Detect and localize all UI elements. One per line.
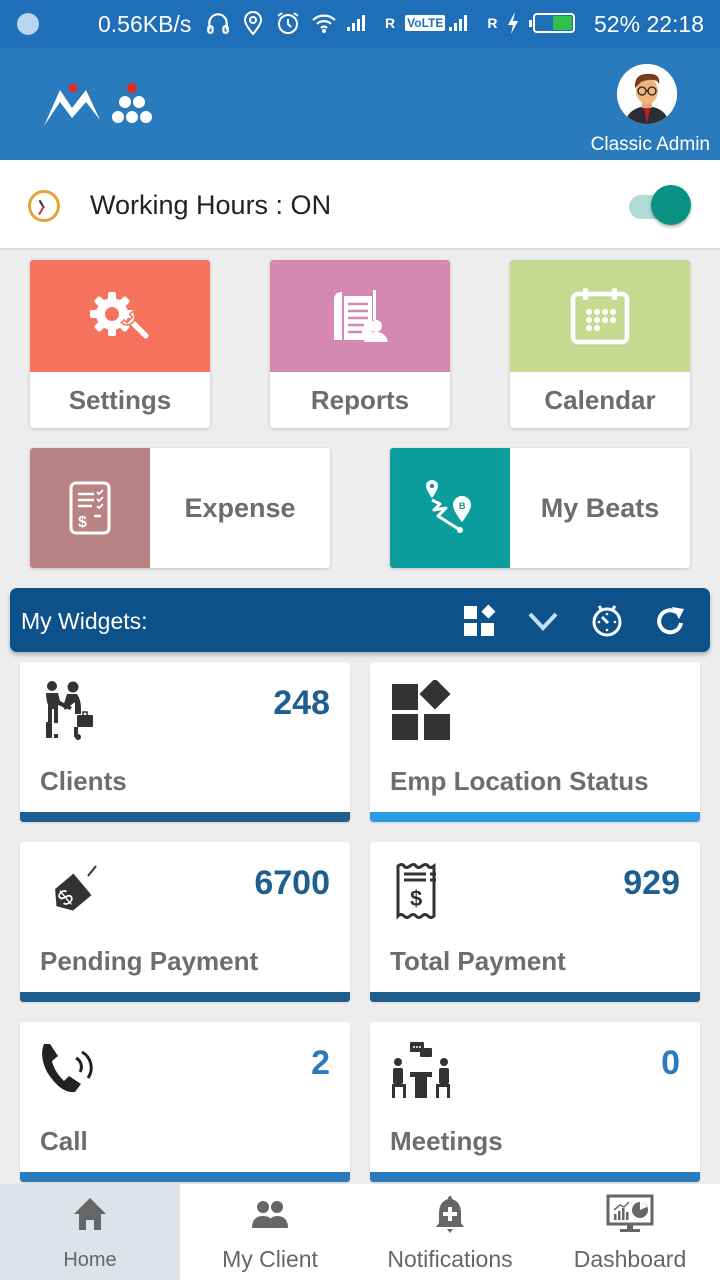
emp-location-label: Emp Location Status bbox=[390, 766, 649, 796]
user-name: Classic Admin bbox=[590, 134, 710, 155]
status-bar: 0.56KB/s R VoLTE R 52% 22:18 bbox=[0, 0, 720, 48]
meetings-count: 0 bbox=[661, 1044, 680, 1082]
user-avatar-image bbox=[617, 64, 677, 124]
clock-icon bbox=[28, 190, 60, 222]
my-beats-tile-label: My Beats bbox=[540, 492, 660, 523]
calendar-tile[interactable]: Calendar bbox=[510, 260, 690, 428]
nav-dashboard[interactable]: Dashboard bbox=[540, 1184, 720, 1280]
timer-icon[interactable] bbox=[590, 604, 624, 638]
working-hours-toggle[interactable] bbox=[627, 185, 693, 227]
chevron-down-icon[interactable] bbox=[526, 604, 560, 638]
dashboard-monitor-icon bbox=[606, 1194, 654, 1232]
widget-total-payment[interactable]: $ 929 Total Payment bbox=[370, 842, 700, 1002]
nav-my-client[interactable]: My Client bbox=[180, 1184, 360, 1280]
blocks-icon bbox=[392, 680, 451, 740]
my-beats-tile[interactable]: B My Beats bbox=[390, 448, 690, 568]
people-icon bbox=[252, 1201, 288, 1228]
working-hours-label: Working Hours : ON bbox=[90, 190, 332, 220]
user-avatar[interactable] bbox=[617, 64, 677, 124]
roaming-indicator: R bbox=[385, 15, 396, 31]
widget-pending-payment[interactable]: $ 6700 Pending Payment bbox=[20, 842, 350, 1002]
headset-icon bbox=[207, 13, 229, 34]
bottom-navigation: Home My Client Notifications Dashboard bbox=[0, 1184, 720, 1280]
price-tag-icon: $ bbox=[53, 865, 97, 911]
call-label: Call bbox=[40, 1126, 88, 1156]
widget-accent-bar bbox=[370, 992, 700, 1002]
meeting-icon bbox=[392, 1042, 450, 1098]
widget-meetings[interactable]: 0 Meetings bbox=[370, 1022, 700, 1182]
battery-percent: 52% bbox=[594, 11, 641, 37]
nav-my-client-label: My Client bbox=[222, 1246, 318, 1272]
widget-accent-bar bbox=[20, 1172, 350, 1182]
widget-call[interactable]: 2 Call bbox=[20, 1022, 350, 1182]
app-header: Classic Admin bbox=[0, 48, 720, 160]
nav-notifications-label: Notifications bbox=[387, 1246, 513, 1272]
clients-count: 248 bbox=[273, 684, 330, 722]
settings-wrench-icon bbox=[90, 292, 151, 341]
call-count: 2 bbox=[311, 1044, 330, 1082]
battery-icon bbox=[529, 13, 576, 33]
widget-clients[interactable]: 248 Clients bbox=[20, 662, 350, 822]
wifi-icon bbox=[312, 14, 336, 33]
nav-notifications[interactable]: Notifications bbox=[360, 1184, 540, 1280]
signal-icon-2 bbox=[449, 15, 468, 31]
reports-tile-label: Reports bbox=[310, 384, 410, 415]
expense-tile[interactable]: $ Expense bbox=[30, 448, 330, 568]
signal-icon bbox=[347, 15, 365, 31]
widgets-toolbar: My Widgets: bbox=[10, 588, 710, 652]
meetings-label: Meetings bbox=[390, 1126, 503, 1156]
expense-icon: $ bbox=[69, 481, 111, 535]
svg-text:$: $ bbox=[410, 886, 422, 911]
working-hours-bar: Working Hours : ON bbox=[0, 160, 720, 250]
svg-text:B: B bbox=[459, 501, 466, 511]
widgets-title: My Widgets: bbox=[21, 608, 148, 634]
settings-tile-label: Settings bbox=[68, 384, 172, 415]
alarm-icon bbox=[277, 12, 299, 34]
widget-accent-bar bbox=[20, 812, 350, 822]
app-logo bbox=[44, 83, 152, 126]
svg-text:$: $ bbox=[78, 514, 87, 531]
pending-payment-count: 6700 bbox=[254, 864, 330, 902]
charging-icon bbox=[508, 12, 519, 34]
handshake-icon bbox=[46, 681, 93, 740]
widget-accent-bar bbox=[20, 992, 350, 1002]
clock-time: 22:18 bbox=[646, 11, 704, 37]
location-icon bbox=[243, 11, 263, 36]
refresh-icon[interactable] bbox=[654, 604, 688, 638]
bell-icon bbox=[436, 1196, 464, 1233]
home-icon bbox=[74, 1198, 106, 1230]
pending-payment-label: Pending Payment bbox=[40, 946, 259, 976]
nav-home[interactable]: Home bbox=[0, 1184, 180, 1280]
calendar-icon bbox=[570, 288, 630, 345]
receipt-icon: $ bbox=[396, 863, 436, 920]
widget-accent-bar bbox=[370, 812, 700, 822]
widget-accent-bar bbox=[370, 1172, 700, 1182]
notification-dot-icon bbox=[17, 13, 39, 35]
total-payment-label: Total Payment bbox=[390, 946, 566, 976]
net-speed: 0.56KB/s bbox=[98, 11, 192, 37]
settings-tile[interactable]: Settings bbox=[30, 260, 210, 428]
route-icon: B bbox=[426, 480, 471, 533]
calendar-tile-label: Calendar bbox=[544, 384, 656, 415]
reports-tile[interactable]: Reports bbox=[270, 260, 450, 428]
roaming-indicator-2: R bbox=[487, 15, 498, 31]
widgets-icon[interactable] bbox=[462, 604, 496, 638]
phone-icon bbox=[42, 1044, 93, 1093]
expense-tile-label: Expense bbox=[184, 492, 296, 523]
volte-badge: VoLTE bbox=[405, 15, 446, 31]
nav-home-label: Home bbox=[63, 1249, 117, 1271]
clients-label: Clients bbox=[40, 766, 127, 796]
total-payment-count: 929 bbox=[623, 864, 680, 902]
nav-dashboard-label: Dashboard bbox=[573, 1246, 687, 1272]
widget-emp-location-status[interactable]: Emp Location Status bbox=[370, 662, 700, 822]
report-user-icon bbox=[334, 290, 388, 342]
